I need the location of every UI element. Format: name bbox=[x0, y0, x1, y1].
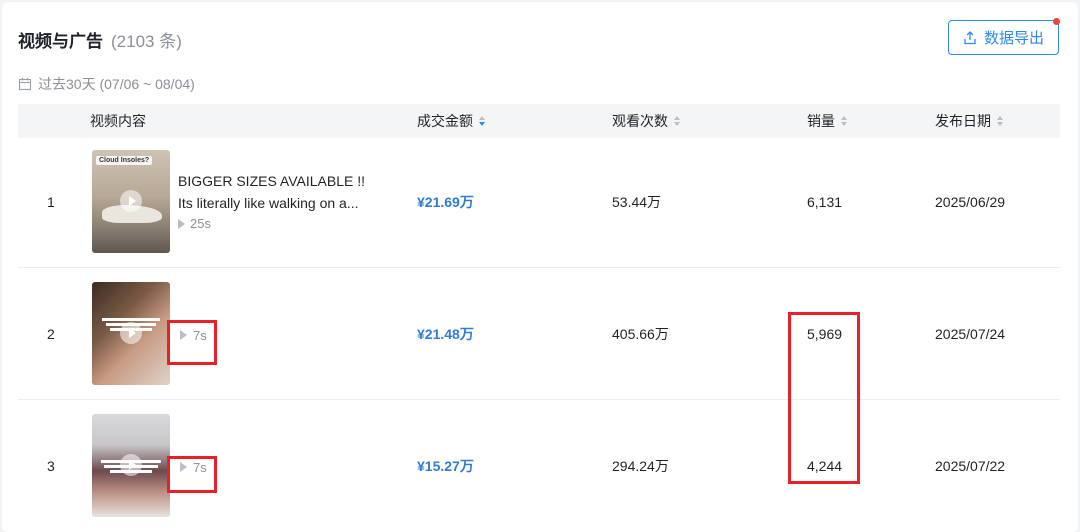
play-icon bbox=[120, 322, 142, 344]
column-header-date[interactable]: 发布日期 bbox=[935, 104, 1003, 138]
export-label: 数据导出 bbox=[983, 30, 1044, 47]
sort-icon[interactable] bbox=[479, 116, 485, 126]
calendar-icon bbox=[18, 78, 32, 91]
video-subtitle: Its literally like walking on a... bbox=[178, 195, 359, 211]
video-duration: 7s bbox=[174, 456, 213, 478]
sort-icon[interactable] bbox=[997, 116, 1003, 126]
column-header-content: 视频内容 bbox=[90, 113, 146, 129]
date-range-text: 过去30天 (07/06 ~ 08/04) bbox=[38, 76, 195, 92]
sales-value: 6,131 bbox=[807, 194, 843, 210]
video-thumbnail[interactable]: Cloud Insoles? bbox=[92, 150, 170, 253]
rank-number: 2 bbox=[47, 326, 55, 342]
table-header: 视频内容 成交金额 观看次数 销量 发布日期 bbox=[18, 104, 1060, 138]
views-value: 294.24万 bbox=[612, 458, 669, 474]
amount-value: ¥21.48万 bbox=[417, 326, 474, 342]
video-ads-panel: 视频与广告 (2103 条) 数据导出 过去30天 (07/06 ~ 08/04… bbox=[2, 2, 1078, 532]
record-count: (2103 条) bbox=[111, 31, 182, 51]
date-value: 2025/06/29 bbox=[935, 194, 1006, 210]
play-triangle-icon bbox=[180, 330, 187, 340]
panel-header: 视频与广告 (2103 条) bbox=[18, 26, 182, 52]
sort-icon[interactable] bbox=[841, 116, 847, 126]
video-info: BIGGER SIZES AVAILABLE !! Its literally … bbox=[178, 170, 388, 231]
play-triangle-icon bbox=[180, 462, 187, 472]
export-data-button[interactable]: 数据导出 bbox=[948, 18, 1060, 55]
table-row[interactable]: 3 7s ¥15.27万 294.24万 4,244 2025/07/22 bbox=[18, 400, 1060, 532]
sales-value: 4,244 bbox=[807, 458, 843, 474]
column-header-amount[interactable]: 成交金额 bbox=[417, 104, 485, 138]
play-icon bbox=[120, 190, 142, 212]
video-thumbnail[interactable] bbox=[92, 414, 170, 517]
sales-value: 5,969 bbox=[807, 326, 843, 342]
panel-title: 视频与广告 bbox=[18, 31, 103, 51]
views-value: 53.44万 bbox=[612, 194, 662, 210]
amount-value: ¥15.27万 bbox=[417, 458, 474, 474]
thumbnail-tag: Cloud Insoles? bbox=[96, 156, 153, 165]
video-thumbnail[interactable] bbox=[92, 282, 170, 385]
date-value: 2025/07/24 bbox=[935, 326, 1006, 342]
views-value: 405.66万 bbox=[612, 326, 669, 342]
table-row[interactable]: 1 Cloud Insoles? BIGGER SIZES AVAILABLE … bbox=[18, 136, 1060, 268]
upload-icon bbox=[964, 30, 976, 44]
column-header-views[interactable]: 观看次数 bbox=[612, 104, 680, 138]
table-row[interactable]: 2 7s ¥21.48万 405.66万 5,969 2025/07/24 bbox=[18, 268, 1060, 400]
date-value: 2025/07/22 bbox=[935, 458, 1006, 474]
video-title[interactable]: BIGGER SIZES AVAILABLE !! bbox=[178, 170, 388, 192]
column-header-sales[interactable]: 销量 bbox=[807, 104, 847, 138]
play-icon bbox=[120, 454, 142, 476]
rank-number: 3 bbox=[47, 458, 55, 474]
play-triangle-icon bbox=[178, 218, 185, 229]
notification-dot bbox=[1053, 18, 1060, 25]
amount-value: ¥21.69万 bbox=[417, 194, 474, 210]
sort-icon[interactable] bbox=[674, 116, 680, 126]
video-duration: 25s bbox=[178, 216, 388, 231]
date-filter[interactable]: 过去30天 (07/06 ~ 08/04) bbox=[18, 74, 195, 94]
video-duration: 7s bbox=[174, 324, 213, 346]
rank-number: 1 bbox=[47, 194, 55, 210]
